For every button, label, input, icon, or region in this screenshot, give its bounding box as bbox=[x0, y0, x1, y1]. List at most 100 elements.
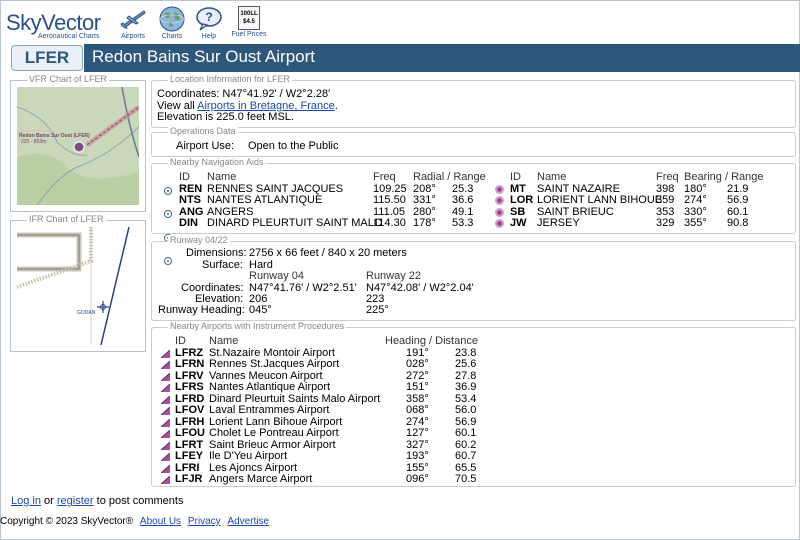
nearby-airport-distance: 27.8 bbox=[455, 369, 477, 382]
nearby-airport-id: LFOU bbox=[175, 427, 205, 440]
nearby-airport-distance: 56.9 bbox=[455, 415, 477, 428]
nearby-airport-name: Dinard Pleurtuit Saints Malo Airport bbox=[209, 392, 381, 405]
nearby-airport-id: LFRZ bbox=[175, 347, 204, 359]
airport-procedure-icon bbox=[160, 349, 171, 359]
nearby-airport-heading: 096° bbox=[406, 472, 429, 485]
comments-prompt: Log in or register to post comments bbox=[11, 495, 183, 507]
navaid-id: JW bbox=[510, 217, 527, 229]
nearby-airports-section: Nearby Airports with Instrument Procedur… bbox=[151, 321, 796, 487]
vfr-airport-sub: 225 - 853m bbox=[21, 139, 47, 145]
nearby-airport-id: LFEY bbox=[175, 450, 204, 463]
nearby-heading-header: Heading / Distance bbox=[385, 335, 478, 347]
navaid-radial: 178° bbox=[413, 217, 436, 229]
navaid-freq: 115.50 bbox=[373, 194, 406, 206]
nearby-airport-heading: 155° bbox=[406, 461, 429, 474]
nearby-airport-heading: 191° bbox=[406, 347, 429, 359]
globe-icon bbox=[159, 6, 185, 32]
nearby-airport-name: Laval Entrammes Airport bbox=[209, 404, 330, 417]
airport-procedure-icon bbox=[160, 383, 171, 393]
ndb-icon bbox=[495, 219, 504, 228]
comments-or: or bbox=[40, 495, 57, 507]
nearby-airport-id: LFRV bbox=[175, 369, 204, 382]
nearby-airport-heading: 327° bbox=[406, 438, 429, 451]
nearby-name-header: Name bbox=[209, 335, 239, 347]
nearby-airports-legend: Nearby Airports with Instrument Procedur… bbox=[168, 321, 347, 331]
nearby-airport-distance: 60.7 bbox=[455, 450, 477, 463]
nearby-airport-id: LFOV bbox=[175, 404, 205, 417]
logo-subtitle: Aeronautical Charts bbox=[38, 33, 100, 40]
navaids-legend: Nearby Navigation Aids bbox=[168, 157, 266, 167]
site-footer: Copyright © 2023 SkyVector® About Us Pri… bbox=[0, 516, 269, 527]
nearby-airport-distance: 70.5 bbox=[455, 472, 477, 485]
help-bubble-icon: ? bbox=[196, 7, 222, 31]
location-section: Location Information for LFER Coordinate… bbox=[151, 74, 796, 128]
nearby-airport-name: Cholet Le Pontreau Airport bbox=[209, 427, 339, 440]
nearby-airport-name: Vannes Meucon Airport bbox=[209, 369, 323, 382]
navaids-left-radial-header: Radial / Range bbox=[413, 171, 486, 183]
register-link[interactable]: register bbox=[57, 495, 94, 507]
airport-ident-tab: LFER bbox=[11, 45, 83, 71]
privacy-link[interactable]: Privacy bbox=[188, 516, 221, 527]
navaid-bearing: 355° bbox=[684, 217, 707, 229]
about-us-link[interactable]: About Us bbox=[140, 516, 181, 527]
ndb-icon bbox=[495, 185, 504, 194]
runway-22-heading: 225° bbox=[366, 304, 389, 316]
nearby-airport-distance: 65.5 bbox=[455, 461, 477, 474]
navaids-right-id-header: ID bbox=[510, 171, 521, 183]
nearby-airport-distance: 60.2 bbox=[455, 438, 477, 451]
navaid-name: NANTES ATLANTIQUE bbox=[207, 194, 323, 206]
vfr-chart-map[interactable]: Redon Bains Sur Oust (LFER) 225 - 853m bbox=[17, 87, 139, 205]
airport-name: Redon Bains Sur Oust Airport bbox=[92, 47, 316, 66]
nearby-airport-distance: 60.1 bbox=[455, 427, 477, 440]
copyright-text: Copyright © 2023 SkyVector® bbox=[0, 516, 134, 527]
nav-airports-label: Airports bbox=[120, 33, 146, 40]
navaid-name: JERSEY bbox=[537, 217, 580, 229]
comments-suffix: to post comments bbox=[93, 495, 184, 507]
navaid-id: DIN bbox=[179, 217, 198, 229]
airport-procedure-icon bbox=[160, 418, 171, 428]
nav-help-label: Help bbox=[201, 33, 217, 40]
nearby-airport-name: Lorient Lann Bihoue Airport bbox=[209, 415, 343, 428]
nearby-airport-name: Nantes Atlantique Airport bbox=[209, 381, 331, 394]
navaids-left-name-header: Name bbox=[207, 171, 237, 183]
login-link[interactable]: Log in bbox=[11, 495, 41, 507]
navaid-range: 90.8 bbox=[727, 217, 749, 229]
airport-procedure-icon bbox=[160, 372, 171, 382]
runway-04-heading: 045° bbox=[249, 304, 272, 316]
airport-procedure-icon bbox=[160, 406, 171, 416]
nav-fuel-prices[interactable]: 100LL $4.5 Fuel Prices bbox=[229, 6, 269, 38]
navaids-left-id-header: ID bbox=[179, 171, 190, 183]
advertise-link[interactable]: Advertise bbox=[227, 516, 269, 527]
nearby-airport-heading: 151° bbox=[406, 381, 429, 394]
nearby-airport-id: LFRD bbox=[175, 392, 205, 405]
location-elevation: Elevation is 225.0 feet MSL. bbox=[157, 111, 294, 123]
runway-section: Runway 04/22 Dimensions: 2756 x 66 feet … bbox=[151, 235, 796, 321]
nearby-airport-name: Saint Brieuc Armor Airport bbox=[209, 438, 336, 451]
nearby-airport-distance: 25.6 bbox=[455, 358, 477, 371]
nearby-id-header: ID bbox=[175, 335, 186, 347]
ifr-chart-map[interactable]: GODAN bbox=[17, 227, 139, 345]
location-coordinates: Coordinates: N47°41.92' / W2°2.28' bbox=[157, 88, 331, 100]
airport-procedure-icon bbox=[160, 464, 171, 473]
navaid-range: 53.3 bbox=[452, 217, 474, 229]
runway-dimensions-label: Dimensions: bbox=[186, 247, 247, 259]
navaid-range: 56.9 bbox=[727, 194, 749, 206]
nearby-airport-id: LFJR bbox=[175, 472, 203, 485]
nav-airports[interactable]: Airports bbox=[113, 6, 153, 40]
nav-charts[interactable]: Charts bbox=[152, 6, 192, 40]
nearby-airport-heading: 358° bbox=[406, 392, 429, 405]
navaid-radial: 331° bbox=[413, 194, 436, 206]
airplane-icon bbox=[120, 10, 146, 29]
navaid-freq: 359 bbox=[656, 194, 675, 206]
fuel-sign-price: $4.5 bbox=[243, 19, 255, 25]
vfr-chart-legend: VFR Chart of LFER bbox=[27, 74, 110, 84]
navaids-right-name-header: Name bbox=[537, 171, 567, 183]
nearby-airport-name: Ile D'Yeu Airport bbox=[209, 450, 288, 463]
operations-legend: Operations Data bbox=[168, 126, 238, 136]
nav-help[interactable]: ? Help bbox=[189, 6, 229, 40]
ifr-chart-panel: IFR Chart of LFER GODAN bbox=[10, 214, 146, 352]
runway-legend: Runway 04/22 bbox=[168, 235, 230, 245]
nearby-airport-name: Les Ajoncs Airport bbox=[209, 461, 298, 474]
nearby-airport-id: LFRH bbox=[175, 415, 205, 428]
navaid-id: NTS bbox=[179, 194, 201, 206]
